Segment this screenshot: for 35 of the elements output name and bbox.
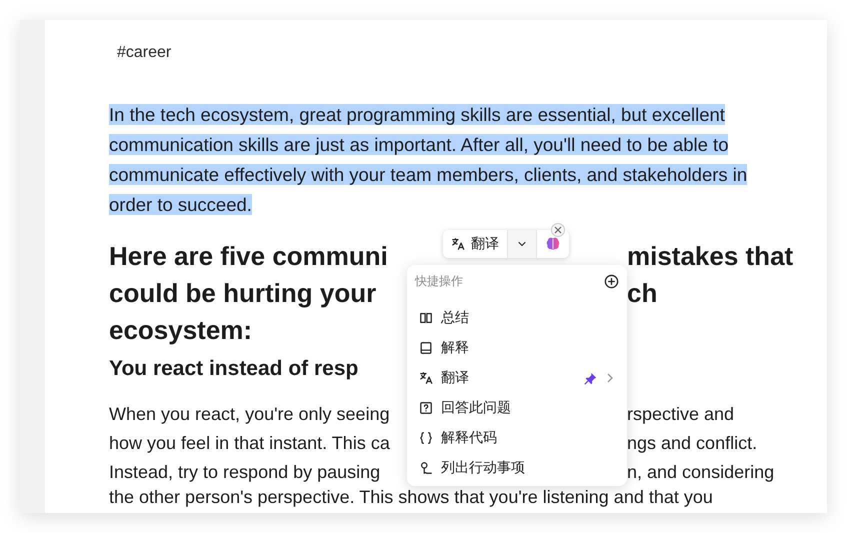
menu-item[interactable]: 总结 (415, 303, 619, 333)
text-line: the other person's perspective. This shows that you're listening and that you (109, 487, 713, 507)
menu-item[interactable]: 列出行动事项 (415, 453, 619, 483)
question-icon (419, 401, 433, 415)
menu-title: 快捷操作 (415, 272, 463, 290)
text-line: ch (627, 277, 658, 310)
text-line: mistakes that (627, 240, 794, 273)
text-line: could be hurting your (109, 277, 376, 310)
translate-button[interactable]: 翻译 (443, 230, 508, 258)
menu-item[interactable]: 解释代码 (415, 423, 619, 453)
menu-item[interactable]: 回答此问题 (415, 393, 619, 423)
notebook-icon (419, 341, 433, 355)
add-icon[interactable] (604, 274, 619, 288)
translate-icon (451, 237, 465, 251)
tag-label[interactable]: #career (117, 42, 827, 64)
translate-icon (419, 371, 433, 385)
close-icon (554, 226, 562, 234)
text-line: ngs and conflict. (627, 432, 758, 455)
menu-item[interactable]: 翻译 (415, 363, 619, 393)
close-button[interactable] (551, 223, 565, 237)
brain-button[interactable] (537, 230, 569, 258)
text-line: Here are five communi (109, 240, 388, 273)
menu-item[interactable]: 解释 (415, 333, 619, 363)
braces-icon (419, 431, 433, 445)
text-line: rspective and (627, 403, 734, 426)
brain-icon (545, 236, 561, 252)
pin-icon[interactable] (584, 372, 597, 384)
text-line: ecosystem: (109, 314, 252, 347)
text-line: how you feel in that instant. This ca (109, 432, 390, 455)
text-line: n, and considering (627, 461, 774, 484)
text-line: When you react, you're only seeing (109, 403, 390, 426)
text-line: You react instead of resp (109, 356, 358, 382)
book-icon (419, 311, 433, 325)
text-line: Instead, try to respond by pausing (109, 461, 380, 484)
paragraph: In the tech ecosystem, great programming skills are essential, but excellent communication skills are just as important. After all, you'll need to be able to communicate effectively with your team members, clients, and stakeholders in order to succeed. (109, 103, 748, 217)
